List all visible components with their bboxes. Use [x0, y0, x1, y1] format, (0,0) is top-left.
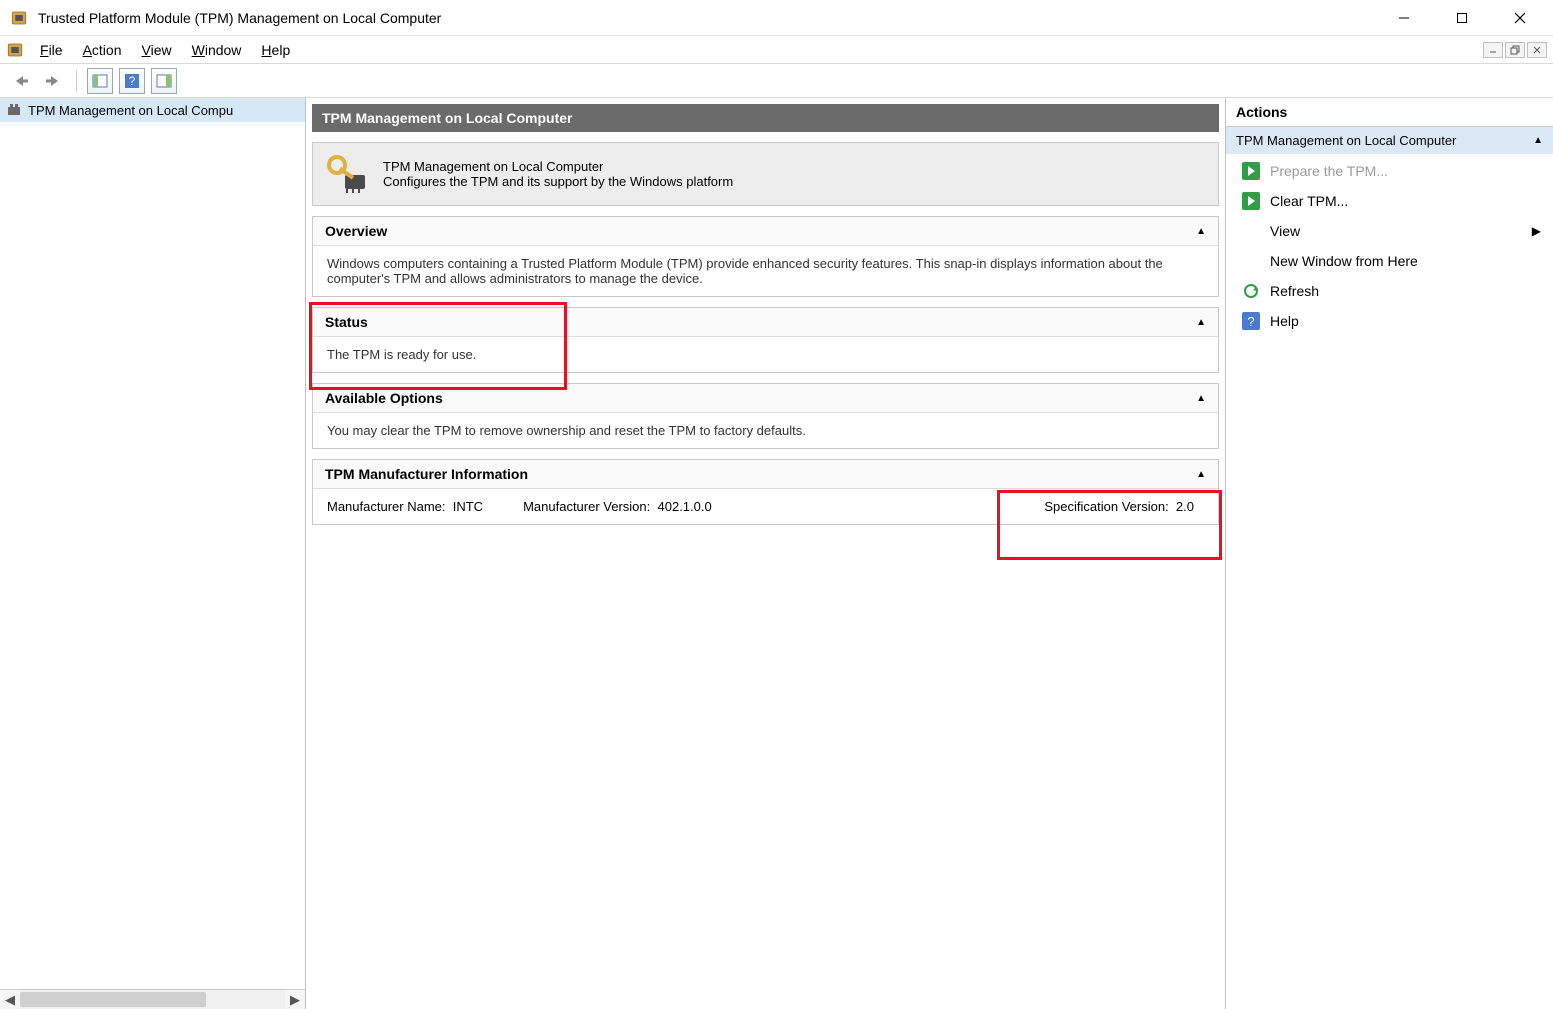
section-status: Status ▲ The TPM is ready for use.: [312, 307, 1219, 373]
actions-list: Prepare the TPM... Clear TPM... View ▶ N…: [1226, 154, 1553, 338]
mdi-controls: [1483, 42, 1547, 58]
manufacturer-name: Manufacturer Name: INTC: [327, 499, 483, 514]
menu-view[interactable]: View: [134, 40, 180, 60]
action-label: Prepare the TPM...: [1270, 163, 1388, 179]
section-manufacturer-title: TPM Manufacturer Information: [325, 466, 528, 482]
menu-file[interactable]: File: [32, 40, 71, 60]
section-status-title: Status: [325, 314, 368, 330]
toolbar-back-button[interactable]: [8, 68, 34, 94]
spec-version-value: 2.0: [1176, 499, 1194, 514]
action-label: New Window from Here: [1270, 253, 1418, 269]
window-maximize-button[interactable]: [1433, 1, 1491, 35]
spacer-icon: [1242, 252, 1260, 270]
spec-version-label: Specification Version:: [1044, 499, 1168, 514]
details-header: TPM Management on Local Computer: [312, 104, 1219, 132]
scroll-track[interactable]: [20, 990, 285, 1009]
section-options-body: You may clear the TPM to remove ownershi…: [313, 413, 1218, 448]
menu-help[interactable]: Help: [253, 40, 298, 60]
scroll-left-button[interactable]: ◀: [0, 990, 20, 1009]
title-bar: Trusted Platform Module (TPM) Management…: [0, 0, 1553, 36]
menu-action[interactable]: Action: [75, 40, 130, 60]
mmc-icon: [6, 41, 24, 59]
section-overview: Overview ▲ Windows computers containing …: [312, 216, 1219, 297]
tpm-node-icon: [6, 102, 22, 118]
action-clear-tpm[interactable]: Clear TPM...: [1226, 186, 1553, 216]
section-overview-body: Windows computers containing a Trusted P…: [313, 246, 1218, 296]
toolbar-help-button[interactable]: ?: [119, 68, 145, 94]
spacer-icon: [1242, 222, 1260, 240]
collapse-icon: ▲: [1196, 317, 1206, 328]
svg-text:?: ?: [1247, 314, 1254, 329]
arrow-right-green-icon: [1242, 192, 1260, 210]
intro-description: Configures the TPM and its support by th…: [383, 174, 733, 189]
action-label: Refresh: [1270, 283, 1319, 299]
console-tree[interactable]: TPM Management on Local Compu: [0, 98, 305, 989]
action-view[interactable]: View ▶: [1226, 216, 1553, 246]
specification-version: Specification Version: 2.0: [1044, 499, 1204, 514]
collapse-icon: ▲: [1196, 393, 1206, 404]
section-manufacturer: TPM Manufacturer Information ▲ Manufactu…: [312, 459, 1219, 525]
manufacturer-version: Manufacturer Version: 402.1.0.0: [523, 499, 712, 514]
collapse-icon: ▲: [1196, 469, 1206, 480]
actions-context-header[interactable]: TPM Management on Local Computer ▲: [1226, 127, 1553, 154]
section-overview-title: Overview: [325, 223, 387, 239]
app-icon: [10, 9, 28, 27]
mdi-minimize-button[interactable]: [1483, 42, 1503, 58]
toolbar-show-hide-action-button[interactable]: [151, 68, 177, 94]
scroll-thumb[interactable]: [20, 992, 206, 1007]
action-prepare-tpm[interactable]: Prepare the TPM...: [1226, 156, 1553, 186]
details-pane: TPM Management on Local Computer TPM Man…: [306, 98, 1225, 1009]
toolbar-forward-button[interactable]: [40, 68, 66, 94]
help-icon: ?: [1242, 312, 1260, 330]
tree-item-label: TPM Management on Local Compu: [28, 103, 233, 118]
manufacturer-name-value: INTC: [453, 499, 483, 514]
collapse-icon: ▲: [1533, 135, 1543, 146]
tree-horizontal-scrollbar[interactable]: ◀ ▶: [0, 989, 305, 1009]
action-help[interactable]: ? Help: [1226, 306, 1553, 336]
section-manufacturer-header[interactable]: TPM Manufacturer Information ▲: [313, 460, 1218, 489]
manufacturer-info-row: Manufacturer Name: INTC Manufacturer Ver…: [313, 489, 1218, 524]
tree-pane: TPM Management on Local Compu ◀ ▶: [0, 98, 306, 1009]
menu-bar: File Action View Window Help: [0, 36, 1553, 64]
manufacturer-version-value: 402.1.0.0: [658, 499, 712, 514]
action-label: Clear TPM...: [1270, 193, 1348, 209]
section-options: Available Options ▲ You may clear the TP…: [312, 383, 1219, 449]
action-new-window[interactable]: New Window from Here: [1226, 246, 1553, 276]
scroll-right-button[interactable]: ▶: [285, 990, 305, 1009]
workspace: TPM Management on Local Compu ◀ ▶ TPM Ma…: [0, 98, 1553, 1009]
window-title: Trusted Platform Module (TPM) Management…: [38, 10, 1375, 26]
manufacturer-name-label: Manufacturer Name:: [327, 499, 446, 514]
action-label: Help: [1270, 313, 1299, 329]
actions-pane-title: Actions: [1226, 98, 1553, 127]
tree-item-tpm-management[interactable]: TPM Management on Local Compu: [0, 98, 305, 122]
section-options-title: Available Options: [325, 390, 443, 406]
arrow-right-green-icon: [1242, 162, 1260, 180]
svg-text:?: ?: [129, 74, 136, 88]
menu-window[interactable]: Window: [184, 40, 250, 60]
mdi-restore-button[interactable]: [1505, 42, 1525, 58]
mdi-close-button[interactable]: [1527, 42, 1547, 58]
section-status-body: The TPM is ready for use.: [313, 337, 1218, 372]
collapse-icon: ▲: [1196, 226, 1206, 237]
section-options-header[interactable]: Available Options ▲: [313, 384, 1218, 413]
section-status-header[interactable]: Status ▲: [313, 308, 1218, 337]
toolbar: ?: [0, 64, 1553, 98]
window-close-button[interactable]: [1491, 1, 1549, 35]
action-refresh[interactable]: Refresh: [1226, 276, 1553, 306]
toolbar-separator: [76, 70, 77, 92]
window-minimize-button[interactable]: [1375, 1, 1433, 35]
section-overview-header[interactable]: Overview ▲: [313, 217, 1218, 246]
actions-context-label: TPM Management on Local Computer: [1236, 133, 1456, 148]
intro-banner: TPM Management on Local Computer Configu…: [312, 142, 1219, 206]
submenu-arrow-icon: ▶: [1532, 224, 1541, 238]
key-chip-icon: [327, 153, 369, 195]
refresh-icon: [1242, 282, 1260, 300]
intro-title: TPM Management on Local Computer: [383, 159, 733, 174]
toolbar-show-hide-tree-button[interactable]: [87, 68, 113, 94]
manufacturer-version-label: Manufacturer Version:: [523, 499, 650, 514]
action-label: View: [1270, 223, 1300, 239]
actions-pane: Actions TPM Management on Local Computer…: [1225, 98, 1553, 1009]
